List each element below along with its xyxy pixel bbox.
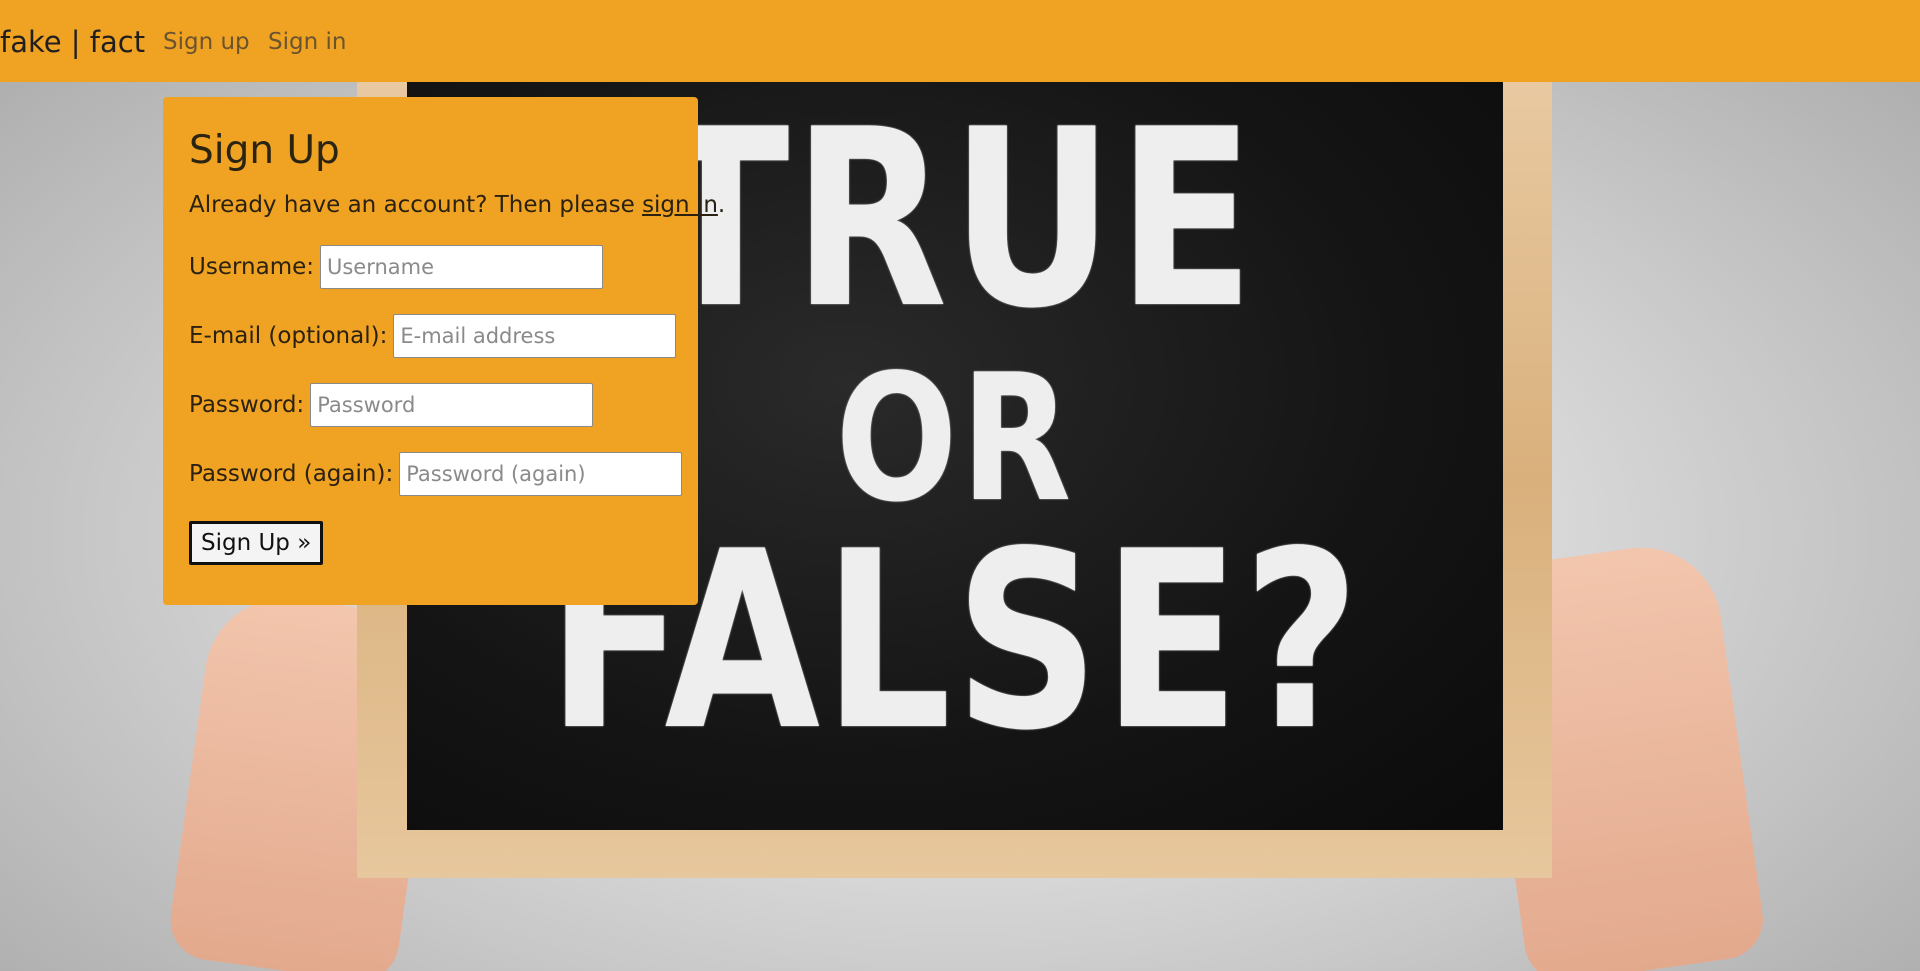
nav-link-sign-in[interactable]: Sign in: [268, 26, 346, 58]
signin-prompt-suffix: .: [717, 192, 726, 218]
email-input[interactable]: [393, 314, 677, 358]
nav-link-sign-up[interactable]: Sign up: [163, 26, 250, 58]
password-label: Password:: [189, 392, 305, 418]
username-input[interactable]: [320, 245, 603, 289]
signin-link[interactable]: sign in: [642, 192, 718, 218]
password-again-label: Password (again):: [189, 461, 394, 487]
email-label: E-mail (optional):: [189, 323, 388, 349]
signup-card: Sign Up Already have an account? Then pl…: [163, 97, 725, 605]
signin-prompt: Already have an account? Then please sig…: [189, 189, 725, 221]
signin-prompt-text: Already have an account? Then please: [189, 192, 643, 218]
password-again-input[interactable]: [399, 452, 683, 496]
username-row: Username:: [189, 245, 603, 289]
password-input[interactable]: [310, 383, 594, 427]
signup-submit-button[interactable]: Sign Up »: [189, 521, 324, 565]
brand-logo[interactable]: fake | fact: [0, 22, 145, 62]
navbar: fake | fact Sign up Sign in: [0, 0, 1920, 82]
signup-title: Sign Up: [189, 128, 340, 173]
email-row: E-mail (optional):: [189, 314, 677, 358]
password-row: Password:: [189, 383, 594, 427]
password-again-row: Password (again):: [189, 452, 683, 496]
username-label: Username:: [189, 254, 314, 280]
